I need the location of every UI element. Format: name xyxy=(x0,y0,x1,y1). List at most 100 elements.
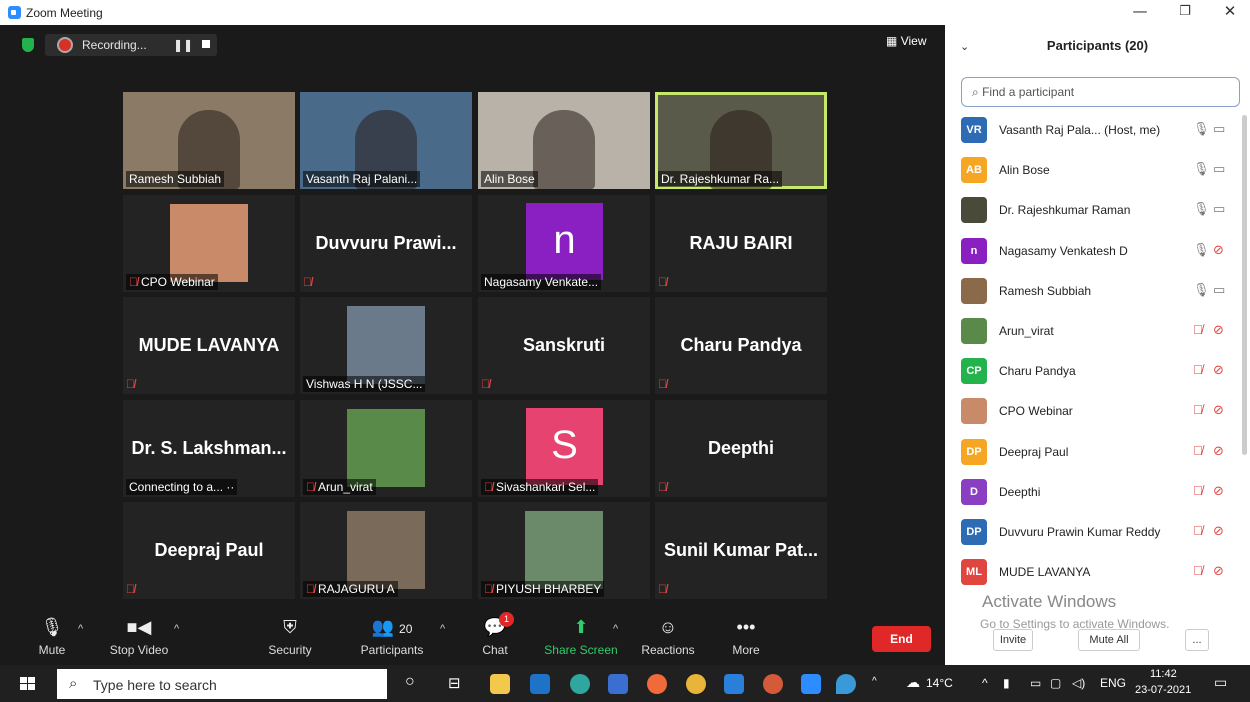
mail-icon[interactable] xyxy=(530,674,550,694)
mute-button[interactable]: 🎙 Mute xyxy=(35,617,69,657)
cortana-icon[interactable]: ○ xyxy=(405,673,415,691)
reactions-button[interactable]: ☺ Reactions xyxy=(640,617,696,657)
microphone-icon[interactable]: 🎙 xyxy=(1193,161,1210,177)
close-button[interactable]: ✕ xyxy=(1210,2,1250,20)
muted-mic-icon[interactable]: 🎙̸ xyxy=(1193,483,1203,498)
muted-mic-icon[interactable]: 🎙̸ xyxy=(1193,402,1203,417)
maximize-button[interactable]: ❐ xyxy=(1165,4,1205,19)
participant-row[interactable]: AB Alin Bose 🎙 ▭ xyxy=(945,150,1240,190)
participant-row[interactable]: ML MUDE LAVANYA 🎙̸ ⊘ xyxy=(945,552,1240,592)
windows-start-icon[interactable] xyxy=(20,677,36,691)
microphone-icon[interactable]: 🎙 xyxy=(1193,242,1210,258)
weather-cloud-icon[interactable]: ☁ xyxy=(906,674,920,691)
tray-app-icon[interactable]: ▮ xyxy=(1003,676,1010,690)
video-tile[interactable]: 🎙̸ Arun_virat xyxy=(300,400,472,497)
microphone-icon[interactable]: 🎙 xyxy=(1193,201,1210,217)
video-off-icon[interactable]: ⊘ xyxy=(1213,523,1224,539)
muted-mic-icon[interactable]: 🎙̸ xyxy=(1193,523,1203,538)
video-tile[interactable]: S 🎙̸ Sivashankari Sel... xyxy=(478,400,650,497)
video-tile[interactable]: Vasanth Raj Palani... xyxy=(300,92,472,189)
video-tile[interactable]: Sunil Kumar Pat... 🎙̸ xyxy=(655,502,827,599)
task-view-icon[interactable]: ⊟ xyxy=(448,674,461,692)
view-button[interactable]: ▦ View xyxy=(886,34,926,48)
hidden-icons-chevron-icon[interactable]: ^ xyxy=(872,676,877,687)
stop-video-button[interactable]: ■◀ Stop Video xyxy=(108,617,170,657)
edge-icon[interactable] xyxy=(570,674,590,694)
pause-recording-button[interactable]: ❚❚ xyxy=(173,38,193,52)
notifications-icon[interactable]: ▭ xyxy=(1214,674,1227,691)
tray-icons-chevron-icon[interactable]: ^ xyxy=(982,676,988,690)
share-screen-button[interactable]: ⬆ Share Screen xyxy=(544,617,618,657)
share-options-caret[interactable]: ^ xyxy=(613,623,618,635)
video-off-icon[interactable]: ⊘ xyxy=(1213,362,1224,378)
video-tile[interactable]: RAJU BAIRI 🎙̸ xyxy=(655,195,827,292)
participant-row[interactable]: VR Vasanth Raj Pala... (Host, me) 🎙 ▭ xyxy=(945,110,1240,150)
find-participant-input[interactable]: ⌕ Find a participant xyxy=(961,77,1240,107)
video-camera-icon[interactable]: ▭ xyxy=(1213,121,1225,137)
participant-row[interactable]: CPO Webinar 🎙̸ ⊘ xyxy=(945,391,1240,431)
minimize-button[interactable]: — xyxy=(1120,2,1160,20)
outlook-icon[interactable] xyxy=(724,674,744,694)
clock-date[interactable]: 23-07-2021 xyxy=(1135,684,1191,696)
video-camera-icon[interactable]: ▭ xyxy=(1213,161,1225,177)
firefox-icon[interactable] xyxy=(647,674,667,694)
drop-app-icon[interactable] xyxy=(836,674,856,694)
participant-row[interactable]: Arun_virat 🎙̸ ⊘ xyxy=(945,311,1240,351)
participant-row[interactable]: CP Charu Pandya 🎙̸ ⊘ xyxy=(945,351,1240,391)
participant-row[interactable]: DP Deepraj Paul 🎙̸ ⊘ xyxy=(945,432,1240,472)
video-tile[interactable]: Ramesh Subbiah xyxy=(123,92,295,189)
video-tile[interactable]: Dr. Rajeshkumar Ra... xyxy=(655,92,827,189)
video-tile[interactable]: Deepraj Paul 🎙̸ xyxy=(123,502,295,599)
clock-time[interactable]: 11:42 xyxy=(1150,668,1177,680)
participant-row[interactable]: DP Duvvuru Prawin Kumar Reddy 🎙̸ ⊘ xyxy=(945,512,1240,552)
video-options-caret[interactable]: ^ xyxy=(174,623,179,635)
volume-icon[interactable]: ◁) xyxy=(1072,676,1085,690)
participant-row[interactable]: n Nagasamy Venkatesh D 🎙 ⊘ xyxy=(945,231,1240,271)
stop-recording-button[interactable] xyxy=(202,40,210,48)
muted-mic-icon[interactable]: 🎙̸ xyxy=(1193,362,1203,377)
video-tile[interactable]: Sanskruti 🎙̸ xyxy=(478,297,650,394)
chrome-profile-icon[interactable] xyxy=(763,674,783,694)
participants-options-caret[interactable]: ^ xyxy=(440,623,445,635)
video-tile[interactable]: Alin Bose xyxy=(478,92,650,189)
video-tile[interactable]: 🎙̸ CPO Webinar xyxy=(123,195,295,292)
video-tile[interactable]: Charu Pandya 🎙̸ xyxy=(655,297,827,394)
temperature-label[interactable]: 14°C xyxy=(926,676,953,690)
file-explorer-icon[interactable] xyxy=(490,674,510,694)
chrome-icon[interactable] xyxy=(686,674,706,694)
muted-mic-icon[interactable]: 🎙̸ xyxy=(1193,443,1203,458)
video-tile[interactable]: MUDE LAVANYA 🎙̸ xyxy=(123,297,295,394)
microphone-icon[interactable]: 🎙 xyxy=(1193,121,1210,137)
video-camera-icon[interactable]: ▭ xyxy=(1213,201,1225,217)
participant-row[interactable]: Ramesh Subbiah 🎙 ▭ xyxy=(945,271,1240,311)
participant-list-scrollbar[interactable] xyxy=(1242,115,1247,455)
encryption-shield-icon[interactable] xyxy=(22,38,34,52)
video-off-icon[interactable]: ⊘ xyxy=(1213,563,1224,579)
video-off-icon[interactable]: ⊘ xyxy=(1213,322,1224,338)
end-meeting-button[interactable]: End xyxy=(872,626,931,652)
panel-more-button[interactable]: ... xyxy=(1185,629,1209,651)
more-button[interactable]: ••• More xyxy=(730,617,762,657)
participants-button[interactable]: 👥 20 Participants xyxy=(358,617,426,657)
invite-button[interactable]: Invite xyxy=(993,629,1033,651)
video-camera-icon[interactable]: ▭ xyxy=(1213,282,1225,298)
mute-all-button[interactable]: Mute All xyxy=(1078,629,1140,651)
video-tile[interactable]: Dr. S. Lakshman... Connecting to a... ·· xyxy=(123,400,295,497)
video-off-icon[interactable]: ⊘ xyxy=(1213,242,1224,258)
zoom-taskbar-icon[interactable] xyxy=(801,674,821,694)
display-icon[interactable]: ▢ xyxy=(1050,676,1061,690)
store-icon[interactable] xyxy=(608,674,628,694)
participant-row[interactable]: D Deepthi 🎙̸ ⊘ xyxy=(945,472,1240,512)
security-button[interactable]: ⛨ Security xyxy=(265,617,315,657)
video-off-icon[interactable]: ⊘ xyxy=(1213,483,1224,499)
video-tile[interactable]: Vishwas H N (JSSC... xyxy=(300,297,472,394)
participant-row[interactable]: Dr. Rajeshkumar Raman 🎙 ▭ xyxy=(945,190,1240,230)
video-tile[interactable]: Duvvuru Prawi... 🎙̸ xyxy=(300,195,472,292)
video-off-icon[interactable]: ⊘ xyxy=(1213,443,1224,459)
taskbar-search-box[interactable]: ⌕ Type here to search xyxy=(57,669,387,699)
microphone-icon[interactable]: 🎙 xyxy=(1193,282,1210,298)
audio-options-caret[interactable]: ^ xyxy=(78,623,83,635)
video-tile[interactable]: 🎙̸ PIYUSH BHARBEY xyxy=(478,502,650,599)
muted-mic-icon[interactable]: 🎙̸ xyxy=(1193,322,1203,337)
video-off-icon[interactable]: ⊘ xyxy=(1213,402,1224,418)
